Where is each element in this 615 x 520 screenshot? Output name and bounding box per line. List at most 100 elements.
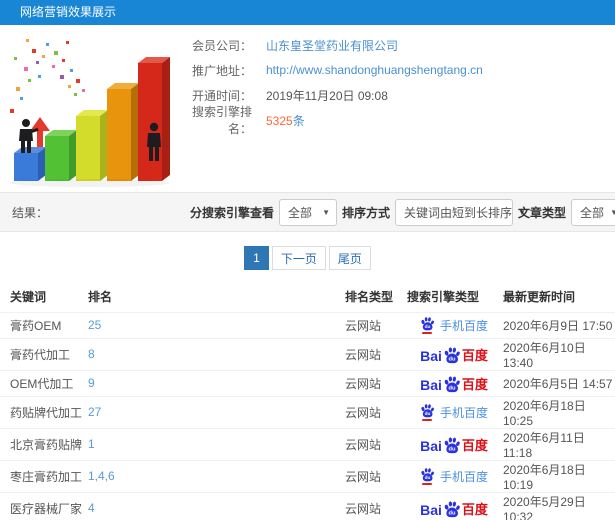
rank-type-cell: 云网站 bbox=[345, 395, 405, 428]
baidu-bai-text: Bai bbox=[420, 437, 442, 454]
rank-type-cell: 云网站 bbox=[345, 311, 405, 338]
baidu-paw-icon: du bbox=[444, 346, 460, 363]
sort-filter-value: 关键词由短到长排序 bbox=[404, 205, 513, 220]
table-row: OEM代加工 9 云网站 Bai du 百度 2020年6月5日 14:57 bbox=[0, 369, 615, 396]
info-row: 会员公司： 山东皇圣堂药业有限公司 bbox=[170, 37, 483, 53]
updated-cell: 2020年5月29日 10:32 bbox=[503, 491, 615, 520]
rank-cell: 9 bbox=[88, 369, 345, 396]
paw-underline bbox=[422, 332, 433, 334]
mobile-baidu-logo: du 手机百度 bbox=[420, 467, 488, 485]
paw-underline bbox=[422, 419, 433, 421]
rank-link[interactable]: 1,4,6 bbox=[88, 469, 115, 483]
engine-cell: Bai du 百度 bbox=[405, 491, 503, 520]
ranking-count-unit: 条 bbox=[292, 113, 305, 128]
col-updated: 最新更新时间 bbox=[503, 290, 576, 305]
sort-filter-select[interactable]: 关键词由短到长排序 ▼ bbox=[395, 198, 526, 226]
info-field-label: 搜索引擎排名： bbox=[191, 105, 252, 136]
engine-cell: Bai du 百度 bbox=[405, 427, 503, 460]
col-rank-type: 排名类型 bbox=[345, 290, 394, 305]
rank-type-cell: 云网站 bbox=[345, 369, 405, 396]
titlebar: 网络营销效果展示 bbox=[0, 0, 615, 25]
rank-table: 关键词 排名 排名类型 搜索引擎类型 最新更新时间 膏药OEM 25 云网站 du 手机… bbox=[0, 282, 615, 520]
engine-filter-select[interactable]: 全部 ▼ bbox=[279, 198, 338, 226]
svg-text:du: du bbox=[425, 411, 431, 417]
rank-link[interactable]: 1 bbox=[88, 437, 95, 451]
mobile-baidu-label: 手机百度 bbox=[439, 318, 488, 333]
rank-cell: 1 bbox=[88, 427, 345, 460]
engine-cell: du 手机百度 bbox=[405, 311, 503, 338]
company-link[interactable]: 山东皇圣堂药业有限公司 bbox=[266, 37, 398, 54]
info-fields: 会员公司： 山东皇圣堂药业有限公司推广地址： http://www.shandong… bbox=[170, 37, 483, 137]
baidu-cn-text: 百度 bbox=[461, 437, 488, 453]
rank-link[interactable]: 27 bbox=[88, 405, 101, 419]
rank-link[interactable]: 9 bbox=[88, 376, 95, 390]
updated-cell: 2020年6月11日 11:18 bbox=[503, 427, 615, 460]
keyword-cell: 膏药OEM bbox=[0, 311, 88, 338]
baidu-bai-text: Bai bbox=[420, 347, 442, 364]
mobile-baidu-logo: du 手机百度 bbox=[420, 403, 488, 421]
baidu-logo: Bai du 百度 bbox=[420, 345, 488, 364]
rank-type-cell: 云网站 bbox=[345, 459, 405, 492]
article-type-select[interactable]: 全部 ▼ bbox=[571, 198, 615, 226]
rank-type-cell: 云网站 bbox=[345, 337, 405, 370]
mobile-baidu-label: 手机百度 bbox=[439, 405, 488, 420]
baidu-paw-icon: du bbox=[421, 317, 434, 331]
bar-chart-illustration bbox=[10, 39, 170, 187]
dropdown-arrow-icon: ▼ bbox=[610, 207, 615, 217]
dropdown-arrow-icon: ▼ bbox=[322, 207, 331, 217]
ranking-count-number: 5325 bbox=[266, 113, 293, 128]
engine-cell: du 手机百度 bbox=[405, 459, 503, 492]
page-last[interactable]: 尾页 bbox=[328, 246, 371, 270]
baidu-paw-icon: du bbox=[421, 404, 434, 418]
engine-cell: Bai du 百度 bbox=[405, 337, 503, 370]
paw-underline bbox=[422, 483, 433, 485]
rank-link[interactable]: 4 bbox=[88, 501, 95, 515]
page-next[interactable]: 下一页 bbox=[271, 246, 326, 270]
keyword-cell: 北京膏药贴牌 bbox=[0, 427, 88, 460]
table-row: 北京膏药贴牌 1 云网站 Bai du 百度 2020年6月11日 11:18 bbox=[0, 427, 615, 460]
baidu-logo: Bai du 百度 bbox=[420, 374, 488, 393]
svg-text:du: du bbox=[448, 446, 456, 452]
engine-cell: Bai du 百度 bbox=[405, 369, 503, 396]
paw-icon-wrap: du bbox=[420, 316, 435, 334]
baidu-logo: Bai du 百度 bbox=[420, 499, 488, 518]
updated-cell: 2020年6月18日 10:25 bbox=[503, 395, 615, 428]
rank-type-cell: 云网站 bbox=[345, 491, 405, 520]
filter-group: 分搜索引擎查看 全部 ▼ 排序方式 关键词由短到长排序 ▼ 文章类型 全部 ▼ … bbox=[185, 193, 615, 231]
table-row: 膏药OEM 25 云网站 du 手机百度 2020年6月9日 17:50 bbox=[0, 311, 615, 338]
article-type-value: 全部 bbox=[580, 205, 605, 220]
info-field-label: 开通时间： bbox=[191, 88, 252, 103]
updated-cell: 2020年6月18日 10:19 bbox=[503, 459, 615, 492]
promo-url-link[interactable]: http://www.shandonghuangshengtang.cn bbox=[266, 63, 483, 77]
updated-cell: 2020年6月9日 17:50 bbox=[503, 311, 615, 338]
table-row: 药贴牌代加工 27 云网站 du 手机百度 2020年6月18日 10:25 bbox=[0, 395, 615, 428]
bars bbox=[14, 57, 170, 181]
col-keyword: 关键词 bbox=[10, 290, 47, 305]
filter-bar: 结果： 分搜索引擎查看 全部 ▼ 排序方式 关键词由短到长排序 ▼ 文章类型 全… bbox=[0, 192, 615, 232]
keyword-cell: 枣庄膏药加工 bbox=[0, 459, 88, 492]
mobile-baidu-logo: du 手机百度 bbox=[420, 316, 488, 334]
table-row: 膏药代加工 8 云网站 Bai du 百度 2020年6月10日 13:40 bbox=[0, 337, 615, 370]
col-rank: 排名 bbox=[88, 290, 113, 305]
table-header-row: 关键词 排名 排名类型 搜索引擎类型 最新更新时间 bbox=[0, 282, 615, 312]
info-section: 会员公司： 山东皇圣堂药业有限公司推广地址： http://www.shandong… bbox=[0, 25, 615, 192]
baidu-cn-text: 百度 bbox=[461, 501, 488, 517]
svg-text:du: du bbox=[448, 385, 456, 391]
rank-cell: 25 bbox=[88, 311, 345, 338]
ranking-count-value: 5325条 bbox=[266, 112, 305, 129]
updated-cell: 2020年6月5日 14:57 bbox=[503, 369, 615, 396]
svg-text:du: du bbox=[448, 510, 456, 516]
rank-cell: 4 bbox=[88, 491, 345, 520]
article-type-label: 文章类型 bbox=[518, 205, 567, 220]
rank-link[interactable]: 25 bbox=[88, 318, 101, 332]
baidu-bai-text: Bai bbox=[420, 501, 442, 518]
baidu-logo: Bai du 百度 bbox=[420, 435, 488, 454]
keyword-cell: 药贴牌代加工 bbox=[0, 395, 88, 428]
paw-icon-wrap: du bbox=[420, 467, 435, 485]
rank-link[interactable]: 8 bbox=[88, 347, 95, 361]
pagination: 1 下一页 尾页 bbox=[0, 246, 615, 270]
page-current[interactable]: 1 bbox=[244, 246, 269, 270]
mobile-baidu-label: 手机百度 bbox=[439, 469, 488, 484]
info-row: 搜索引擎排名： 5325条 bbox=[170, 105, 483, 136]
info-field-label: 推广地址： bbox=[191, 63, 252, 78]
